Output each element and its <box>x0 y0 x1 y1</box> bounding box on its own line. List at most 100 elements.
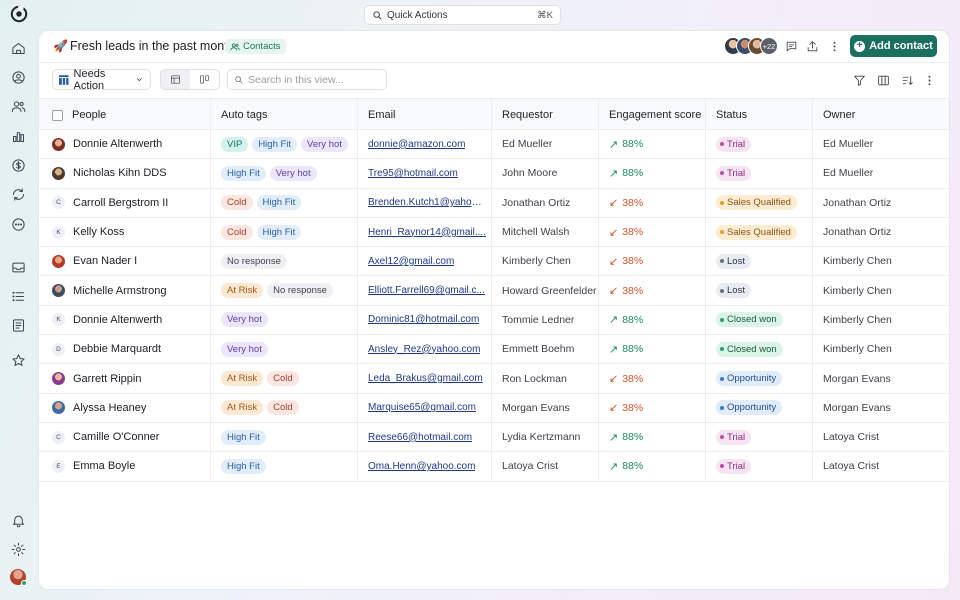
auto-tag[interactable]: At Risk <box>221 400 264 416</box>
add-contact-button[interactable]: + Add contact <box>850 35 937 57</box>
table-row[interactable]: C Carroll Bergstrom II Cold High Fit Brenden… <box>39 188 949 218</box>
email-link[interactable]: Henri_Raynor14@gmail.... <box>368 227 486 238</box>
auto-tag[interactable]: No response <box>267 283 333 299</box>
person-name[interactable]: Donnie Altenwerth <box>73 314 162 326</box>
inbox-icon[interactable] <box>9 258 27 276</box>
email-link[interactable]: Axel12@gmail.com <box>368 256 454 267</box>
column-header-email[interactable]: Email <box>358 99 492 131</box>
auto-tag[interactable]: Very hot <box>301 136 348 152</box>
status-badge[interactable]: Sales Qualified <box>716 224 797 240</box>
table-row[interactable]: Donnie Altenwerth VIP High Fit Very hot donn… <box>39 130 949 160</box>
auto-tag[interactable]: High Fit <box>256 195 302 211</box>
column-header-owner[interactable]: Owner <box>813 99 949 131</box>
auto-tag[interactable]: At Risk <box>221 283 264 299</box>
user-avatar[interactable] <box>10 569 27 586</box>
table-row[interactable]: Michelle Armstrong At Risk No response Elli… <box>39 276 949 306</box>
view-selector[interactable]: Needs Action <box>52 68 151 92</box>
auto-tag[interactable]: Cold <box>267 400 299 416</box>
column-header-auto-tags[interactable]: Auto tags <box>211 99 358 131</box>
status-badge[interactable]: Opportunity <box>716 400 783 416</box>
auto-tag[interactable]: High Fit <box>221 458 266 474</box>
person-name[interactable]: Nicholas Kihn DDS <box>73 167 167 179</box>
star-icon[interactable] <box>9 351 27 369</box>
board-layout-button[interactable] <box>190 70 219 89</box>
status-badge[interactable]: Lost <box>716 283 751 299</box>
person-name[interactable]: Alyssa Heaney <box>73 402 146 414</box>
email-link[interactable]: Brenden.Kutch1@yahoo.co... <box>368 197 486 208</box>
person-name[interactable]: Emma Boyle <box>73 460 135 472</box>
app-logo-icon[interactable] <box>10 5 28 23</box>
auto-tag[interactable]: VIP <box>221 136 249 152</box>
status-badge[interactable]: Trial <box>716 136 752 152</box>
sort-icon[interactable] <box>900 73 915 88</box>
users-icon[interactable] <box>9 97 27 115</box>
auto-tag[interactable]: Very hot <box>221 341 268 357</box>
status-badge[interactable]: Trial <box>716 429 752 445</box>
table-row[interactable]: Nicholas Kihn DDS High Fit Very hot Tre95@h… <box>39 159 949 189</box>
collaborator-avatars[interactable]: +22 <box>724 37 778 55</box>
comment-icon[interactable] <box>784 39 799 54</box>
column-header-engagement-score[interactable]: Engagement score <box>599 99 706 131</box>
sync-icon[interactable] <box>9 185 27 203</box>
user-circle-icon[interactable] <box>9 68 27 86</box>
dollar-icon[interactable] <box>9 156 27 174</box>
document-icon[interactable] <box>9 316 27 334</box>
list-icon[interactable] <box>9 287 27 305</box>
chart-icon[interactable] <box>9 127 27 145</box>
auto-tag[interactable]: High Fit <box>252 136 298 152</box>
auto-tag[interactable]: Cold <box>221 224 253 240</box>
auto-tag[interactable]: Very hot <box>269 165 317 181</box>
auto-tag[interactable]: High Fit <box>221 165 266 181</box>
view-search[interactable] <box>227 69 387 90</box>
person-name[interactable]: Carroll Bergstrom II <box>73 197 168 209</box>
auto-tag[interactable]: High Fit <box>256 224 302 240</box>
more-vertical-icon[interactable] <box>827 39 842 54</box>
person-name[interactable]: Camille O'Conner <box>73 431 159 443</box>
filter-icon[interactable] <box>852 73 867 88</box>
email-link[interactable]: Oma.Henn@yahoo.com <box>368 461 475 472</box>
email-link[interactable]: Reese66@hotmail.com <box>368 432 472 443</box>
columns-icon[interactable] <box>876 73 891 88</box>
table-row[interactable]: Garrett Rippin At Risk Cold Leda_Brakus@gma… <box>39 364 949 394</box>
table-layout-button[interactable] <box>161 70 190 89</box>
table-row[interactable]: Evan Nader I No response Axel12@gmail.com K… <box>39 247 949 277</box>
auto-tag[interactable]: No response <box>221 253 287 269</box>
email-link[interactable]: Elliott.Farrell69@gmail.c... <box>368 285 485 296</box>
email-link[interactable]: Tre95@hotmail.com <box>368 168 458 179</box>
auto-tag[interactable]: At Risk <box>221 371 264 387</box>
person-name[interactable]: Michelle Armstrong <box>73 285 167 297</box>
status-badge[interactable]: Sales Qualified <box>716 195 797 211</box>
share-icon[interactable] <box>805 39 820 54</box>
person-name[interactable]: Donnie Altenwerth <box>73 138 162 150</box>
column-header-people[interactable]: People <box>39 99 211 131</box>
email-link[interactable]: Marquise65@gmail.com <box>368 402 476 413</box>
person-name[interactable]: Evan Nader I <box>73 255 137 267</box>
auto-tag[interactable]: Cold <box>267 371 299 387</box>
search-input[interactable] <box>248 73 378 86</box>
status-badge[interactable]: Closed won <box>716 312 783 328</box>
person-name[interactable]: Kelly Koss <box>73 226 124 238</box>
status-badge[interactable]: Closed won <box>716 341 783 357</box>
status-badge[interactable]: Lost <box>716 253 751 269</box>
home-icon[interactable] <box>9 39 27 57</box>
person-name[interactable]: Debbie Marquardt <box>73 343 161 355</box>
email-link[interactable]: Leda_Brakus@gmail.com <box>368 373 483 384</box>
auto-tag[interactable]: Cold <box>221 195 253 211</box>
table-row[interactable]: K Donnie Altenwerth Very hot Dominic81@hotm… <box>39 305 949 336</box>
email-link[interactable]: donnie@amazon.com <box>368 139 465 150</box>
more-vertical-icon[interactable] <box>922 73 937 88</box>
table-row[interactable]: K Kelly Koss Cold High Fit Henri_Raynor14@gm… <box>39 217 949 248</box>
status-badge[interactable]: Opportunity <box>716 371 783 387</box>
status-badge[interactable]: Trial <box>716 165 752 181</box>
select-all-checkbox[interactable] <box>52 109 63 121</box>
bell-icon[interactable] <box>9 511 27 529</box>
email-link[interactable]: Ansley_Rez@yahoo.com <box>368 344 480 355</box>
column-header-requestor[interactable]: Requestor <box>492 99 599 131</box>
contacts-chip[interactable]: Contacts <box>225 39 286 54</box>
column-header-status[interactable]: Status <box>706 99 813 131</box>
auto-tag[interactable]: High Fit <box>221 429 266 445</box>
settings-icon[interactable] <box>9 540 27 558</box>
table-row[interactable]: Alyssa Heaney At Risk Cold Marquise65@gmail… <box>39 393 949 423</box>
auto-tag[interactable]: Very hot <box>221 312 268 328</box>
status-badge[interactable]: Trial <box>716 458 752 474</box>
